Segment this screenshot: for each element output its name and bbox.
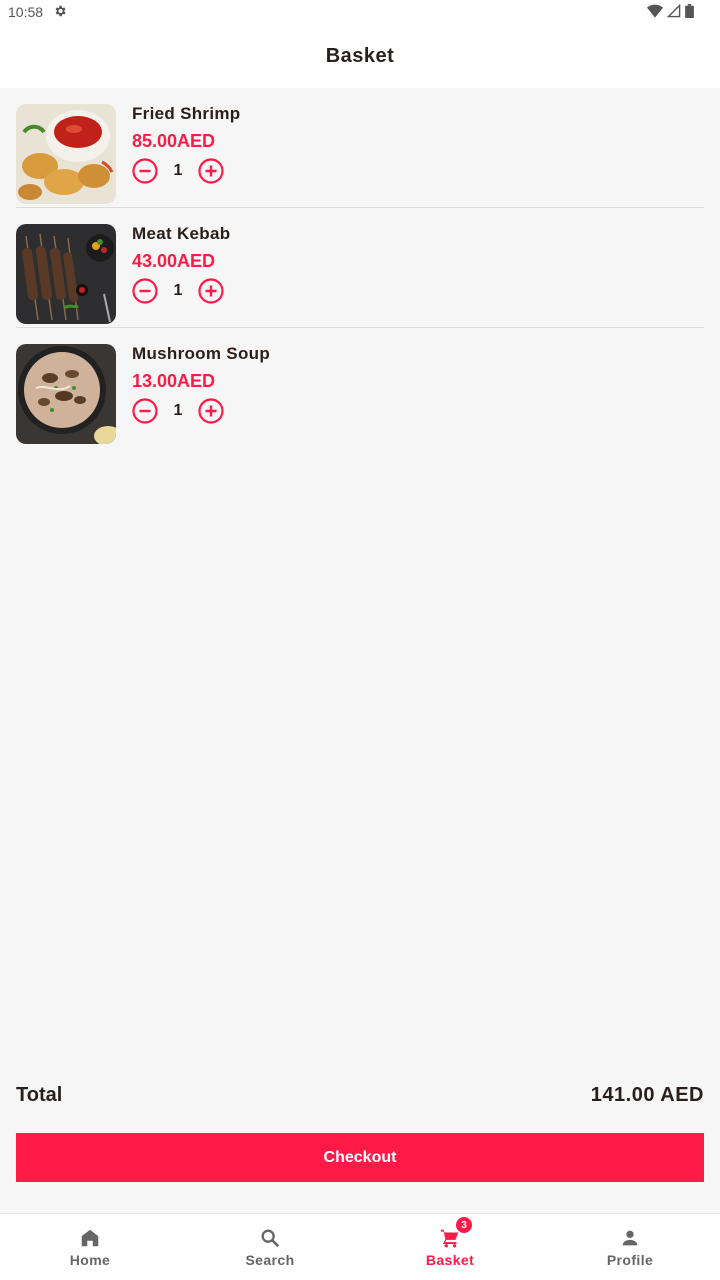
increase-button[interactable] — [198, 398, 224, 424]
item-price: 43.00AED — [132, 251, 216, 271]
quantity-value: 1 — [173, 402, 183, 419]
meat-kebab-image — [16, 224, 116, 324]
battery-icon — [685, 4, 694, 21]
item-name: Fried Shrimp — [132, 104, 241, 123]
item-name: Meat Kebab — [132, 224, 231, 243]
item-name: Mushroom Soup — [132, 344, 270, 363]
cart-count-badge: 3 — [456, 1217, 472, 1233]
mushroom-soup-image — [16, 344, 116, 444]
decrease-button[interactable] — [132, 278, 158, 304]
checkout-button[interactable]: Checkout — [16, 1133, 704, 1182]
quantity-value: 1 — [173, 282, 183, 299]
nav-label: Profile — [606, 1252, 654, 1268]
total-row: Total 141.00 AED — [16, 1084, 704, 1107]
item-price: 13.00AED — [132, 371, 216, 391]
fried-shrimp-image — [16, 104, 116, 204]
plus-circle-icon — [198, 398, 224, 424]
increase-button[interactable] — [198, 278, 224, 304]
nav-item-basket[interactable]: 3 Basket — [360, 1214, 540, 1280]
nav-label: Basket — [425, 1252, 475, 1268]
minus-circle-icon — [132, 158, 158, 184]
nav-label: Search — [245, 1252, 295, 1268]
settings-icon — [53, 4, 67, 21]
basket-item: Mushroom Soup 13.00AED 1 — [16, 328, 704, 448]
plus-circle-icon — [198, 158, 224, 184]
app-bar: Basket — [0, 24, 720, 88]
basket-item: Meat Kebab 43.00AED 1 — [16, 208, 704, 328]
minus-circle-icon — [132, 398, 158, 424]
signal-icon — [666, 3, 681, 21]
total-value: 141.00 AED — [590, 1084, 704, 1106]
quantity-value: 1 — [173, 162, 183, 179]
nav-item-home[interactable]: Home — [0, 1214, 180, 1280]
decrease-button[interactable] — [132, 158, 158, 184]
quantity-stepper: 1 — [132, 398, 224, 424]
nav-item-search[interactable]: Search — [180, 1214, 360, 1280]
page-title: Basket — [325, 44, 395, 67]
decrease-button[interactable] — [132, 398, 158, 424]
basket-item: Fried Shrimp 85.00AED 1 — [16, 88, 704, 208]
increase-button[interactable] — [198, 158, 224, 184]
total-label: Total — [16, 1084, 63, 1106]
basket-list: Fried Shrimp 85.00AED 1 Meat Kebab 43.00… — [16, 88, 704, 448]
minus-circle-icon — [132, 278, 158, 304]
wifi-icon — [647, 4, 663, 21]
status-bar: 10:58 — [0, 0, 720, 24]
bottom-nav: Home Search 3 Basket Profile — [0, 1213, 720, 1280]
quantity-stepper: 1 — [132, 158, 224, 184]
nav-item-profile[interactable]: Profile — [540, 1214, 720, 1280]
home-icon — [81, 1229, 99, 1247]
item-price: 85.00AED — [132, 131, 216, 151]
quantity-stepper: 1 — [132, 278, 224, 304]
cart-icon: 3 — [439, 1217, 472, 1249]
search-icon — [261, 1229, 280, 1248]
nav-label: Home — [69, 1252, 111, 1268]
person-icon — [622, 1230, 638, 1246]
status-time: 10:58 — [8, 4, 44, 20]
plus-circle-icon — [198, 278, 224, 304]
